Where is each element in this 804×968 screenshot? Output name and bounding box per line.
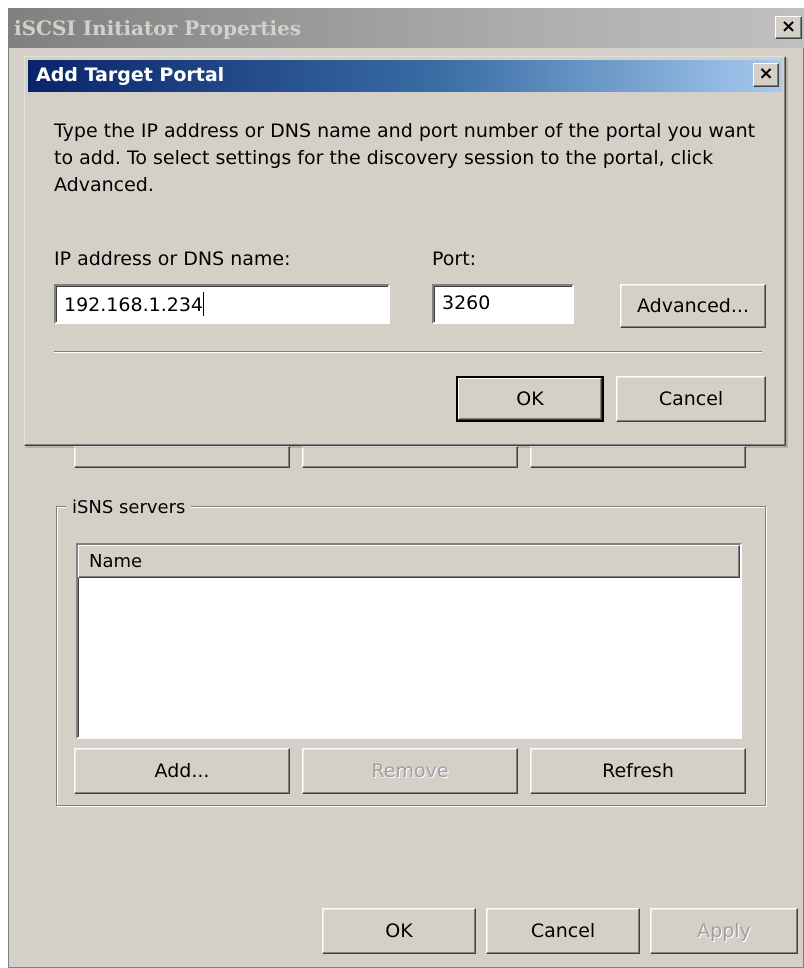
ip-address-input[interactable]: 192.168.1.234	[54, 284, 390, 324]
hidden-button-3[interactable]	[530, 446, 746, 468]
isns-remove-button[interactable]: Remove	[302, 748, 518, 794]
parent-dialog-title: iSCSI Initiator Properties	[14, 16, 302, 40]
list-column-header-name[interactable]: Name	[78, 545, 740, 578]
modal-ok-button[interactable]: OK	[456, 376, 604, 422]
hidden-button-1[interactable]	[74, 446, 290, 468]
ip-address-value: 192.168.1.234	[64, 294, 204, 316]
modal-close-button[interactable]: ×	[753, 63, 779, 87]
isns-refresh-button[interactable]: Refresh	[530, 748, 746, 794]
parent-apply-button[interactable]: Apply	[650, 908, 798, 954]
isns-servers-label: iSNS servers	[66, 497, 192, 518]
parent-cancel-button[interactable]: Cancel	[486, 908, 640, 954]
port-label: Port:	[432, 248, 477, 270]
port-value: 3260	[442, 292, 491, 314]
port-input[interactable]: 3260	[432, 284, 574, 324]
parent-ok-button[interactable]: OK	[322, 908, 476, 954]
hidden-button-2[interactable]	[302, 446, 518, 468]
modal-separator	[54, 351, 762, 353]
modal-cancel-button[interactable]: Cancel	[616, 376, 766, 422]
ip-address-label: IP address or DNS name:	[54, 248, 291, 270]
advanced-button[interactable]: Advanced...	[620, 284, 766, 328]
text-caret	[203, 292, 205, 316]
modal-title: Add Target Portal	[36, 64, 225, 86]
column-name-label: Name	[89, 551, 143, 572]
isns-add-button[interactable]: Add...	[74, 748, 290, 794]
modal-description: Type the IP address or DNS name and port…	[54, 120, 756, 196]
parent-close-button[interactable]: ×	[775, 16, 802, 39]
